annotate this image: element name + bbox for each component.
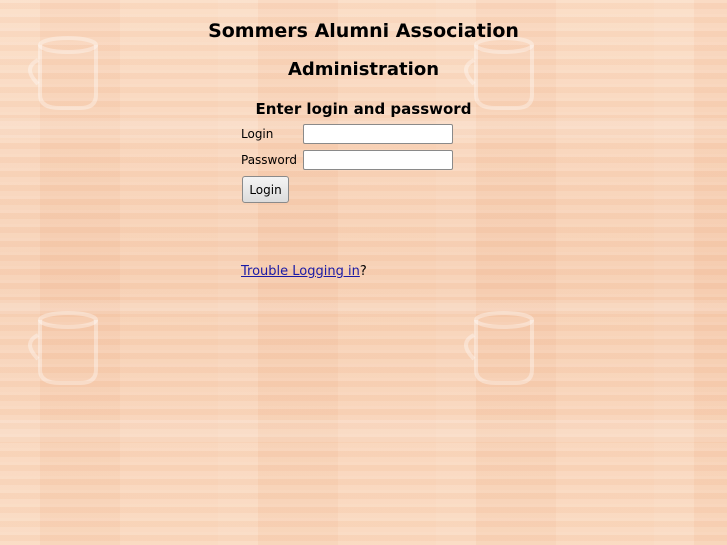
site-title: Sommers Alumni Association — [208, 20, 519, 42]
password-input[interactable] — [303, 150, 453, 170]
password-label: Password — [241, 153, 298, 167]
trouble-login-line: Trouble Logging in? — [241, 264, 367, 279]
mug-icon — [464, 311, 534, 385]
login-label: Login — [241, 127, 274, 141]
login-form-heading: Enter login and password — [255, 100, 472, 118]
login-input[interactable] — [303, 124, 453, 144]
trouble-suffix: ? — [359, 264, 367, 279]
trouble-logging-in-link[interactable]: Trouble Logging in — [241, 264, 360, 279]
login-button[interactable]: Login — [242, 176, 289, 203]
page-title: Administration — [287, 59, 440, 80]
mug-icon — [28, 311, 98, 385]
